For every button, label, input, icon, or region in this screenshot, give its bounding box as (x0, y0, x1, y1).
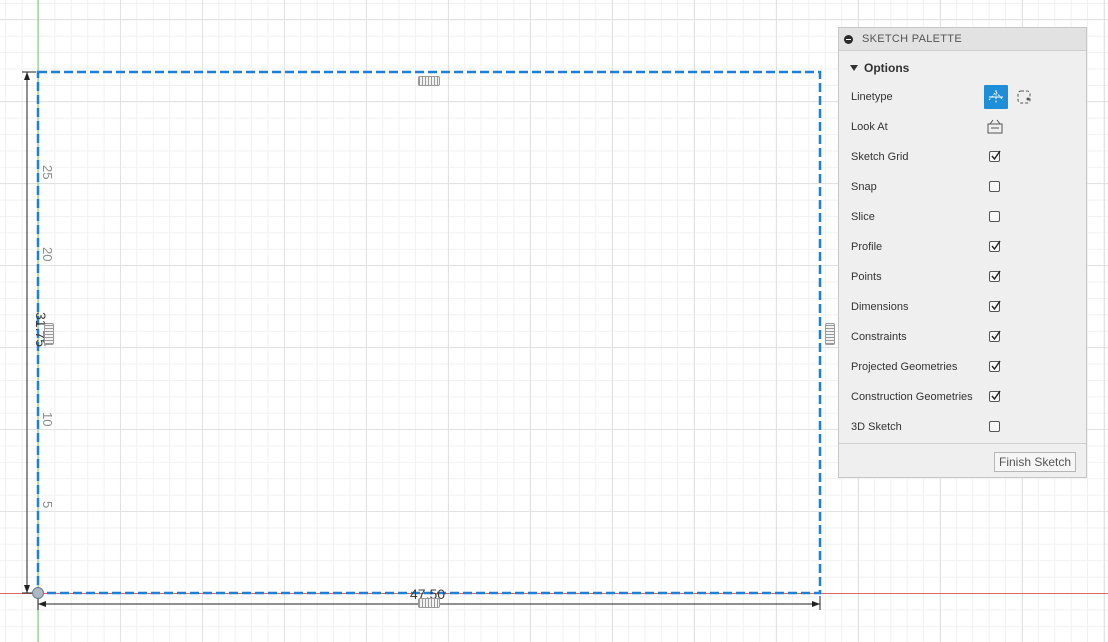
option-label: Points (851, 271, 882, 283)
profile-checkbox[interactable] (989, 240, 1001, 252)
triangle-down-icon[interactable] (850, 65, 858, 71)
option-label: Construction Geometries (851, 391, 973, 403)
bottom-edge-handle[interactable] (418, 598, 440, 608)
points-checkbox[interactable] (989, 270, 1001, 282)
option-row-3d-sketch: 3D Sketch (839, 413, 1086, 443)
palette-header[interactable]: SKETCH PALETTE (839, 28, 1086, 51)
y-axis-tick-label: 5 (40, 501, 55, 509)
option-row-profile: Profile (839, 233, 1086, 263)
option-row-slice: Slice (839, 203, 1086, 233)
option-row-dimensions: Dimensions (839, 293, 1086, 323)
option-label: 3D Sketch (851, 421, 902, 433)
option-label: Dimensions (851, 301, 909, 313)
finish-sketch-button[interactable]: Finish Sketch (994, 452, 1076, 472)
option-row-constraints: Constraints (839, 323, 1086, 353)
linetype-construction-icon[interactable] (1016, 89, 1032, 105)
option-row-construction-geometries: Construction Geometries (839, 383, 1086, 413)
option-row-snap: Snap (839, 173, 1086, 203)
look-at-icon[interactable] (986, 119, 1004, 135)
projected-geometries-checkbox[interactable] (989, 360, 1001, 372)
option-label: Look At (851, 121, 888, 133)
option-label: Sketch Grid (851, 151, 909, 163)
palette-divider (839, 443, 1086, 444)
sketch-origin-point[interactable] (32, 587, 44, 599)
options-section-toggle[interactable]: Options (839, 51, 1086, 85)
right-edge-handle[interactable] (825, 323, 835, 345)
y-axis-tick-label: 25 (40, 165, 55, 180)
top-edge-handle[interactable] (418, 76, 440, 86)
sketch-grid-checkbox[interactable] (989, 150, 1001, 162)
option-label: Constraints (851, 331, 907, 343)
option-row-points: Points (839, 263, 1086, 293)
sketch-rectangle[interactable] (36, 70, 822, 595)
options-label: Options (864, 61, 910, 75)
constraints-checkbox[interactable] (989, 330, 1001, 342)
option-label: Profile (851, 241, 883, 253)
linetype-normal-icon[interactable] (984, 85, 1008, 109)
dimensions-checkbox[interactable] (989, 300, 1001, 312)
option-label: Linetype (851, 91, 893, 103)
construction-geometries-checkbox[interactable] (989, 390, 1001, 402)
y-axis-tick-label: 10 (40, 412, 55, 427)
slice-checkbox[interactable] (989, 211, 1000, 222)
option-row-sketch-grid: Sketch Grid (839, 143, 1086, 173)
option-row-projected-geometries: Projected Geometries (839, 353, 1086, 383)
3d-sketch-checkbox[interactable] (989, 421, 1000, 432)
snap-checkbox[interactable] (989, 181, 1000, 192)
y-axis-tick-label: 20 (40, 247, 55, 262)
palette-title: SKETCH PALETTE (862, 33, 962, 45)
option-row-linetype: Linetype (839, 83, 1086, 113)
option-row-look-at: Look At (839, 113, 1086, 143)
option-label: Slice (851, 211, 875, 223)
minus-circle-icon[interactable] (844, 34, 853, 44)
option-label: Snap (851, 181, 877, 193)
option-label: Projected Geometries (851, 361, 958, 373)
left-edge-handle[interactable] (44, 323, 54, 345)
sketch-palette: SKETCH PALETTE Options Linetype Look At (838, 27, 1087, 478)
